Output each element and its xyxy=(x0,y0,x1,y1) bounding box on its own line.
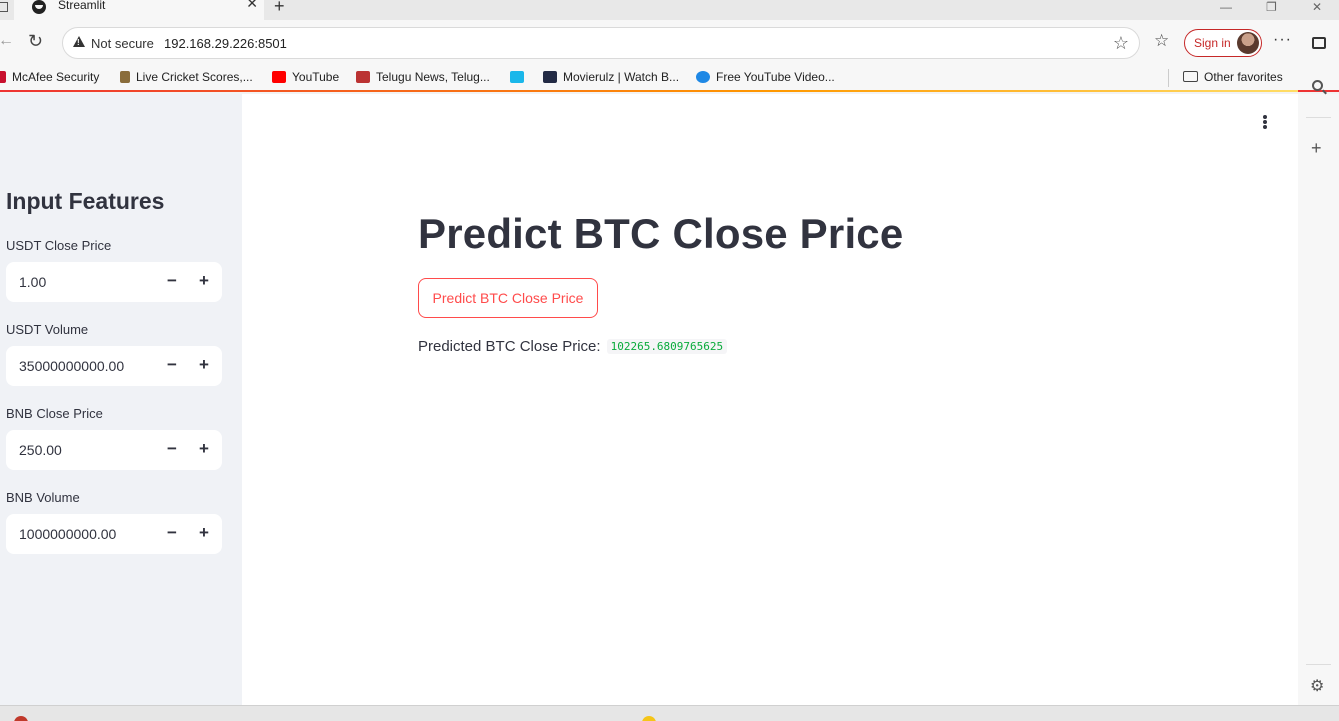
bookmarks-divider xyxy=(1168,69,1169,87)
restore-button[interactable]: ❐ xyxy=(1266,0,1277,14)
new-tab-button[interactable]: + xyxy=(274,0,285,17)
decrement-button[interactable]: − xyxy=(160,270,184,294)
increment-button[interactable]: + xyxy=(192,438,216,462)
address-bar[interactable]: Not secure 192.168.29.226:8501 ☆ xyxy=(62,27,1140,59)
bookmark-label: Telugu News, Telug... xyxy=(376,70,490,84)
folder-icon xyxy=(1183,71,1198,82)
taskbar-edge xyxy=(0,705,1339,721)
bookmark-cricket[interactable]: Live Cricket Scores,... xyxy=(120,70,253,84)
bnb-close-price-label: BNB Close Price xyxy=(6,406,103,421)
taskbar-app-icon[interactable] xyxy=(642,716,656,721)
other-favorites-label: Other favorites xyxy=(1204,70,1283,84)
taskbar-app-icon[interactable] xyxy=(14,716,28,721)
increment-button[interactable]: + xyxy=(192,270,216,294)
tab-title: Streamlit xyxy=(58,0,106,12)
bookmark-youtube[interactable]: YouTube xyxy=(272,70,339,84)
input-value[interactable]: 1.00 xyxy=(19,274,46,290)
result-value: 102265.6809765625 xyxy=(606,339,728,354)
browser-tab[interactable]: Streamlit ✕ xyxy=(14,0,264,20)
browser-toolbar: ← ↻ Not secure 192.168.29.226:8501 ☆ ☆ S… xyxy=(0,20,1339,64)
sidebar-toggle-icon[interactable] xyxy=(1312,37,1326,49)
bookmarks-bar: McAfee Security Live Cricket Scores,... … xyxy=(0,64,1339,92)
bookmark-label: McAfee Security xyxy=(12,70,100,84)
avatar xyxy=(1237,32,1259,54)
url-text[interactable]: 192.168.29.226:8501 xyxy=(164,36,287,51)
usdt-volume-label: USDT Volume xyxy=(6,322,89,337)
increment-button[interactable]: + xyxy=(192,354,216,378)
warning-icon xyxy=(73,36,85,47)
bookmark-label: Movierulz | Watch B... xyxy=(563,70,680,84)
usdt-close-price-label: USDT Close Price xyxy=(6,238,112,253)
favorites-icon[interactable]: ☆ xyxy=(1154,31,1169,51)
add-icon[interactable]: + xyxy=(1311,138,1322,159)
bookmark-mcafee[interactable]: McAfee Security xyxy=(0,70,99,84)
tab-actions-icon[interactable] xyxy=(0,2,8,12)
sign-in-label: Sign in xyxy=(1194,36,1231,50)
rail-divider xyxy=(1306,664,1331,665)
predict-button[interactable]: Predict BTC Close Price xyxy=(418,278,598,318)
close-window-button[interactable]: ✕ xyxy=(1312,0,1322,14)
sign-in-button[interactable]: Sign in xyxy=(1184,29,1262,57)
sidebar-heading: Input Features xyxy=(6,188,165,214)
bookmark-label: Live Cricket Scores,... xyxy=(136,70,253,84)
telugu-news-icon xyxy=(356,71,370,83)
bnb-volume-input[interactable]: 1000000000.00 − + xyxy=(6,514,222,554)
tab-close-icon[interactable]: ✕ xyxy=(246,0,258,12)
rail-divider xyxy=(1306,117,1331,118)
search-icon[interactable] xyxy=(1312,80,1323,91)
back-icon[interactable]: ← xyxy=(0,32,14,50)
bookmark-telugu-news[interactable]: Telugu News, Telug... xyxy=(356,70,490,84)
input-value[interactable]: 250.00 xyxy=(19,442,62,458)
app-sidebar: Input Features USDT Close Price 1.00 − +… xyxy=(0,94,242,705)
usdt-volume-input[interactable]: 35000000000.00 − + xyxy=(6,346,222,386)
reload-icon[interactable]: ↻ xyxy=(28,31,43,52)
vimeo-icon xyxy=(510,71,524,83)
app-frame: Input Features USDT Close Price 1.00 − +… xyxy=(0,94,1298,705)
page-title: Predict BTC Close Price xyxy=(418,210,904,257)
decrement-button[interactable]: − xyxy=(160,522,184,546)
bookmark-vimeo[interactable] xyxy=(510,70,530,84)
prediction-result: Predicted BTC Close Price: 102265.6809765… xyxy=(418,338,728,355)
browser-sidebar-rail: + ⚙ xyxy=(1298,80,1339,705)
bnb-volume-label: BNB Volume xyxy=(6,490,80,505)
input-value[interactable]: 35000000000.00 xyxy=(19,358,124,374)
download-icon xyxy=(696,71,710,83)
other-favorites[interactable]: Other favorites xyxy=(1183,70,1283,84)
result-label: Predicted BTC Close Price: xyxy=(418,338,601,355)
bookmark-label: Free YouTube Video... xyxy=(716,70,835,84)
app-menu-icon[interactable] xyxy=(1262,115,1268,133)
cricket-icon xyxy=(120,71,130,83)
bookmark-movierulz[interactable]: Movierulz | Watch B... xyxy=(543,70,679,84)
tab-strip: Streamlit ✕ + — ❐ ✕ xyxy=(0,0,1339,20)
security-label[interactable]: Not secure xyxy=(91,36,154,51)
youtube-icon xyxy=(272,71,286,83)
minimize-button[interactable]: — xyxy=(1220,0,1232,14)
input-value[interactable]: 1000000000.00 xyxy=(19,526,116,542)
more-menu-icon[interactable]: ··· xyxy=(1273,31,1292,49)
usdt-close-price-input[interactable]: 1.00 − + xyxy=(6,262,222,302)
decrement-button[interactable]: − xyxy=(160,438,184,462)
movierulz-icon xyxy=(543,71,557,83)
bookmark-free-youtube[interactable]: Free YouTube Video... xyxy=(696,70,835,84)
decrement-button[interactable]: − xyxy=(160,354,184,378)
streamlit-favicon-icon xyxy=(32,0,46,14)
bookmark-label: YouTube xyxy=(292,70,340,84)
gear-icon[interactable]: ⚙ xyxy=(1310,676,1324,696)
favorite-star-icon[interactable]: ☆ xyxy=(1113,33,1129,54)
mcafee-icon xyxy=(0,71,6,83)
bnb-close-price-input[interactable]: 250.00 − + xyxy=(6,430,222,470)
increment-button[interactable]: + xyxy=(192,522,216,546)
